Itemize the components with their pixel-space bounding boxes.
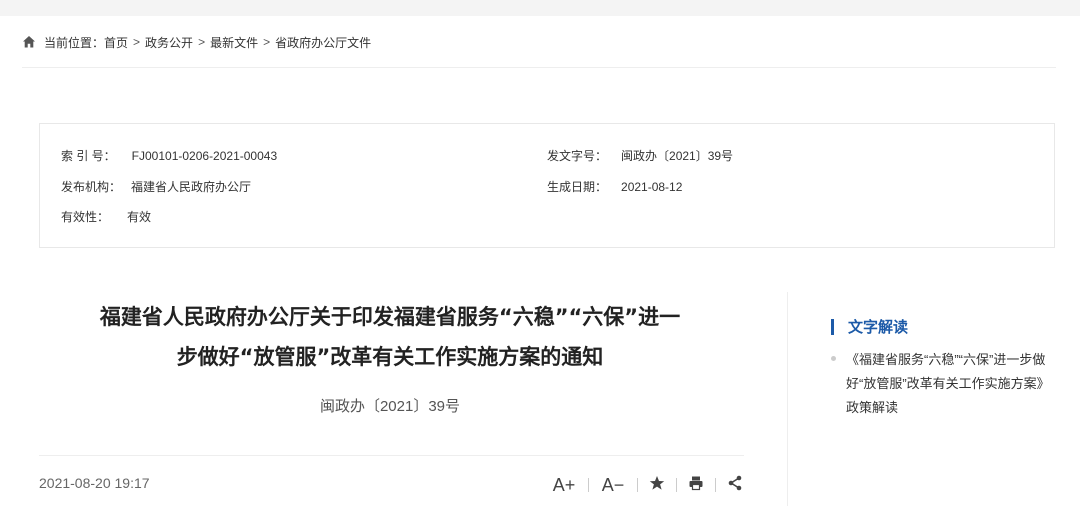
meta-validity: 有效性： 有效: [61, 209, 151, 225]
article-doc-number: 闽政办〔2021〕39号: [319, 398, 461, 415]
meta-date: 生成日期： 2021-08-12: [547, 179, 682, 195]
sidebar-title-bar: [831, 318, 834, 335]
bullet-dot-icon: [831, 356, 836, 361]
breadcrumb-separator: >: [133, 35, 141, 49]
printer-icon: [688, 475, 704, 496]
breadcrumb: 当前位置： 首页 > 政务公开 > 最新文件 > 省政府办公厅文件: [22, 32, 371, 52]
breadcrumb-separator: >: [263, 35, 271, 49]
breadcrumb-divider: [22, 67, 1056, 68]
star-icon: [649, 475, 665, 496]
sidebar-divider: [787, 292, 788, 506]
meta-date-value: 2021-08-12: [621, 180, 683, 194]
meta-org-value: 福建省人民政府办公厅: [131, 180, 252, 194]
meta-org: 发布机构： 福建省人民政府办公厅: [61, 179, 251, 195]
meta-date-label: 生成日期：: [547, 180, 608, 194]
breadcrumb-gov-affairs[interactable]: 政务公开: [145, 34, 193, 51]
breadcrumb-office-docs[interactable]: 省政府办公厅文件: [275, 34, 371, 51]
sidebar-title: 文字解读: [831, 316, 908, 337]
meta-index: 索 引 号： FJ00101-0206-2021-00043: [61, 148, 277, 164]
article-title-line1: 福建省人民政府办公厅关于印发福建省服务“六稳”“六保”进一: [99, 305, 681, 329]
breadcrumb-prefix: 当前位置：: [44, 35, 105, 50]
meta-validity-label: 有效性：: [61, 210, 110, 224]
top-strip: [0, 0, 1080, 16]
breadcrumb-separator: >: [198, 35, 206, 49]
toolbar-separator: [588, 478, 589, 492]
share-button[interactable]: [722, 472, 748, 498]
breadcrumb-latest-docs[interactable]: 最新文件: [210, 34, 258, 51]
article-title-line2: 步做好“放管服”改革有关工作实施方案的通知: [176, 345, 604, 369]
meta-index-value: FJ00101-0206-2021-00043: [131, 149, 278, 163]
article-toolbar: A+ A−: [546, 472, 748, 498]
content-divider: [39, 455, 744, 456]
favorite-button[interactable]: [644, 472, 670, 498]
meta-docno: 发文字号： 闽政办〔2021〕39号: [547, 148, 733, 164]
meta-validity-value: 有效: [127, 210, 152, 224]
print-button[interactable]: [683, 472, 709, 498]
meta-docno-label: 发文字号：: [547, 149, 608, 163]
share-icon: [727, 475, 743, 496]
document-meta-box: 索 引 号： FJ00101-0206-2021-00043 发文字号： 闽政办〔2…: [39, 123, 1055, 248]
toolbar-separator: [715, 478, 716, 492]
breadcrumb-home[interactable]: 首页: [104, 34, 128, 51]
meta-org-label: 发布机构：: [61, 180, 122, 194]
sidebar-title-text: 文字解读: [848, 319, 909, 336]
home-icon: [22, 35, 36, 49]
article-title: 福建省人民政府办公厅关于印发福建省服务“六稳”“六保”进一 步做好“放管服”改革…: [40, 297, 740, 377]
toolbar-separator: [676, 478, 677, 492]
meta-index-label: 索 引 号：: [61, 149, 116, 163]
font-increase-button[interactable]: A+: [546, 472, 582, 498]
sidebar-item-policy-interpretation[interactable]: 《福建省服务“六稳”“六保”进一步做好“放管服”改革有关工作实施方案》政策解读: [846, 348, 1056, 420]
toolbar-separator: [637, 478, 638, 492]
font-decrease-button[interactable]: A−: [595, 472, 631, 498]
publish-time: 2021-08-20 19:17: [39, 475, 150, 491]
meta-docno-value: 闽政办〔2021〕39号: [621, 149, 734, 163]
